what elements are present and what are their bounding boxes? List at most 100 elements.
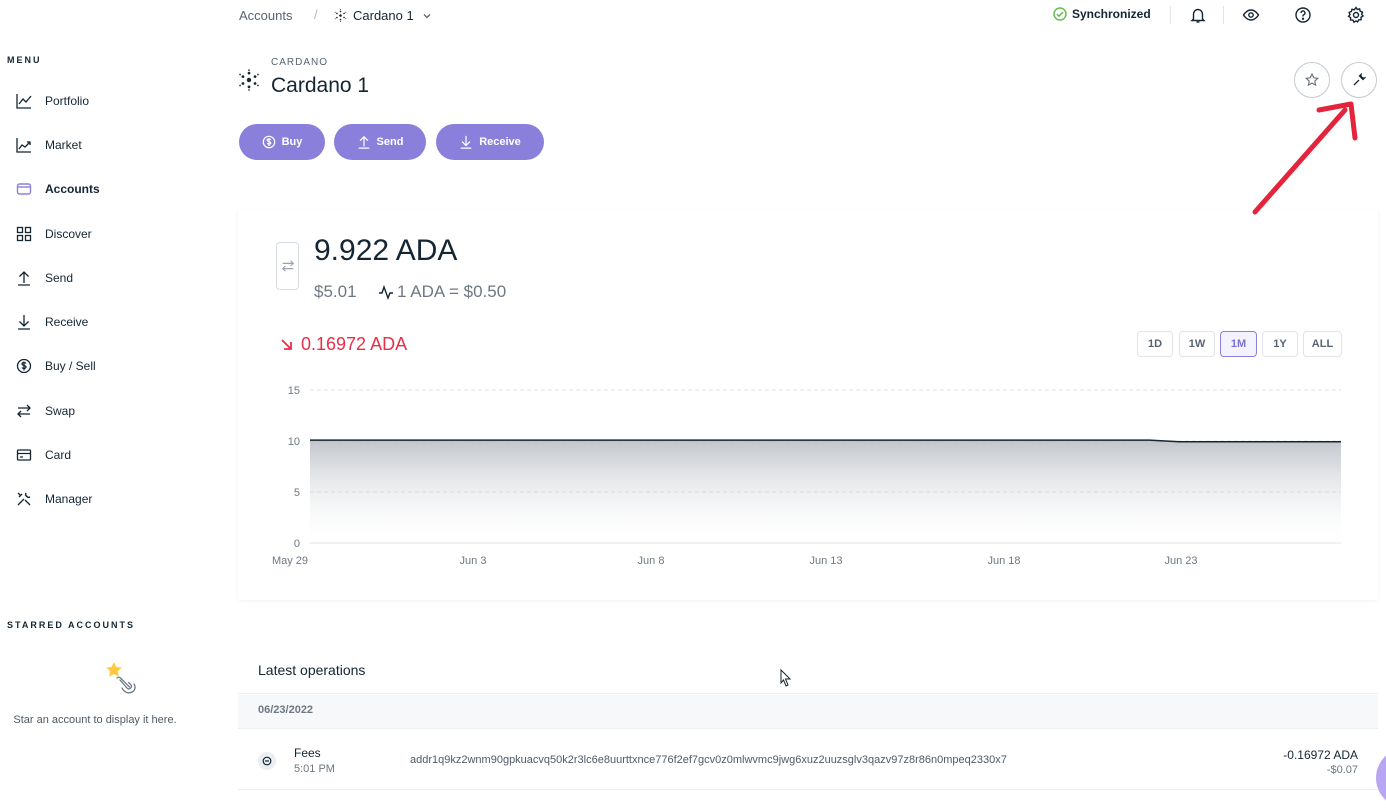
sidebar-item-card[interactable]: Card — [16, 443, 71, 467]
arrow-down-icon — [16, 314, 32, 330]
range-all-button[interactable]: ALL — [1303, 331, 1342, 357]
check-circle-icon — [1053, 7, 1067, 21]
sidebar-item-accounts[interactable]: Accounts — [16, 177, 100, 201]
menu-title: MENU — [7, 55, 42, 65]
dollar-coin-icon — [262, 135, 276, 149]
swap-icon — [281, 259, 295, 273]
sidebar-item-market[interactable]: Market — [16, 133, 82, 157]
eye-icon[interactable] — [1242, 6, 1260, 24]
chart-x-tick-label: Jun 23 — [1164, 555, 1197, 567]
market-icon — [16, 137, 32, 153]
sidebar: MENU Portfolio Market Accounts Discover … — [0, 0, 220, 802]
swap-currency-button[interactable] — [276, 242, 299, 290]
buy-button-label: Buy — [281, 136, 303, 148]
chart-x-tick-label: May 29 — [272, 555, 308, 567]
chart-area-fill — [310, 440, 1341, 543]
sync-status[interactable]: Synchronized — [1053, 7, 1151, 21]
topbar-divider — [1170, 6, 1171, 24]
mouse-cursor — [780, 669, 792, 687]
sync-status-label: Synchronized — [1072, 7, 1151, 21]
sidebar-item-send[interactable]: Send — [16, 266, 73, 290]
latest-operations-header: Latest operations — [238, 648, 1378, 694]
sidebar-item-label: Receive — [45, 315, 89, 329]
arrow-down-icon — [459, 135, 473, 149]
chart-x-tick-label: Jun 13 — [809, 555, 842, 567]
operation-time: 5:01 PM — [294, 763, 335, 775]
dollar-coin-icon — [16, 358, 32, 374]
sidebar-item-label: Buy / Sell — [45, 359, 96, 373]
account-name: Cardano 1 — [271, 74, 370, 97]
chart-x-tick-label: Jun 3 — [460, 555, 487, 567]
receive-button-label: Receive — [479, 136, 521, 148]
range-label: 1D — [1147, 338, 1163, 350]
cardano-icon — [238, 69, 260, 91]
swap-icon — [16, 403, 32, 419]
range-1y-button[interactable]: 1Y — [1262, 331, 1298, 357]
account-currency-family: CARDANO — [271, 57, 329, 68]
balance-delta-label: 0.16972 ADA — [301, 334, 408, 354]
breadcrumb-accounts[interactable]: Accounts — [239, 8, 292, 23]
starred-empty-message: Star an account to display it here. — [13, 714, 177, 726]
balance-amount: 9.922 ADA — [314, 234, 458, 267]
range-label: 1W — [1188, 338, 1206, 350]
operation-row[interactable]: Fees 5:01 PM addr1q9kz2wnm90gpkuacvq50k2… — [238, 730, 1378, 790]
sidebar-item-label: Market — [45, 138, 82, 152]
chart-y-tick-label: 5 — [294, 487, 300, 499]
operation-address: addr1q9kz2wnm90gpkuacvq50k2r3lc6e8uurttx… — [410, 754, 1007, 766]
bell-icon[interactable] — [1189, 6, 1207, 24]
balance-chart: 0 5 10 15 May 29 Jun 3 Jun 8 Jun 13 Jun 18 Jun 23 — [272, 385, 1341, 567]
star-account-button[interactable] — [1294, 62, 1330, 98]
range-1w-button[interactable]: 1W — [1179, 331, 1215, 357]
sidebar-item-label: Portfolio — [45, 94, 90, 108]
card-icon — [16, 447, 32, 463]
activity-icon — [378, 284, 394, 300]
operations-date: 06/23/2022 — [258, 704, 314, 716]
arrow-up-icon — [16, 270, 32, 286]
sidebar-item-receive[interactable]: Receive — [16, 310, 88, 334]
chevron-down-icon — [422, 11, 432, 21]
operation-fiat: -$0.07 — [1326, 764, 1358, 776]
cardano-icon — [334, 9, 347, 22]
range-1d-button[interactable]: 1D — [1137, 331, 1173, 357]
sidebar-item-swap[interactable]: Swap — [16, 399, 75, 423]
chart-x-tick-label: Jun 18 — [987, 555, 1020, 567]
topbar-divider — [1223, 6, 1224, 24]
sidebar-item-label: Card — [45, 448, 72, 462]
sidebar-item-portfolio[interactable]: Portfolio — [16, 89, 89, 113]
gear-icon[interactable] — [1347, 6, 1365, 24]
edit-account-button[interactable] — [1341, 62, 1377, 98]
grid-icon — [16, 226, 32, 242]
breadcrumb-account-dropdown[interactable]: Cardano 1 — [334, 8, 432, 23]
fees-icon — [258, 752, 276, 770]
tools-icon — [16, 491, 32, 507]
exchange-rate: 1 ADA = $0.50 — [378, 282, 506, 302]
sidebar-item-discover[interactable]: Discover — [16, 222, 92, 246]
star-hand-icon — [104, 660, 140, 700]
operation-amount: -0.16972 ADA — [1283, 748, 1358, 762]
sidebar-item-buy-sell[interactable]: Buy / Sell — [16, 354, 96, 378]
breadcrumb-account-label: Cardano 1 — [353, 8, 414, 23]
arrow-down-right-icon — [280, 338, 294, 352]
wallet-icon — [16, 181, 32, 197]
buy-button[interactable]: Buy — [239, 124, 325, 160]
exchange-rate-label: 1 ADA = $0.50 — [397, 282, 507, 301]
receive-button[interactable]: Receive — [436, 124, 544, 160]
range-1m-button[interactable]: 1M — [1220, 331, 1257, 357]
wrench-icon — [1352, 73, 1366, 87]
latest-operations-title: Latest operations — [258, 662, 366, 678]
sidebar-item-label: Manager — [45, 492, 93, 506]
range-label: 1M — [1230, 338, 1247, 350]
sidebar-item-label: Send — [45, 271, 74, 285]
portfolio-icon — [16, 93, 32, 109]
sidebar-item-label: Swap — [45, 404, 76, 418]
topbar: Accounts / Cardano 1 Synchronized — [220, 0, 1386, 30]
send-button[interactable]: Send — [334, 124, 426, 160]
star-outline-icon — [1305, 73, 1319, 87]
breadcrumb-separator: / — [314, 7, 318, 22]
sidebar-item-manager[interactable]: Manager — [16, 487, 92, 511]
operation-type: Fees — [294, 746, 321, 760]
help-icon[interactable] — [1294, 6, 1312, 24]
annotation-arrow — [1252, 101, 1358, 215]
chart-y-tick-label: 15 — [288, 385, 300, 397]
chart-x-tick-label: Jun 8 — [638, 555, 665, 567]
